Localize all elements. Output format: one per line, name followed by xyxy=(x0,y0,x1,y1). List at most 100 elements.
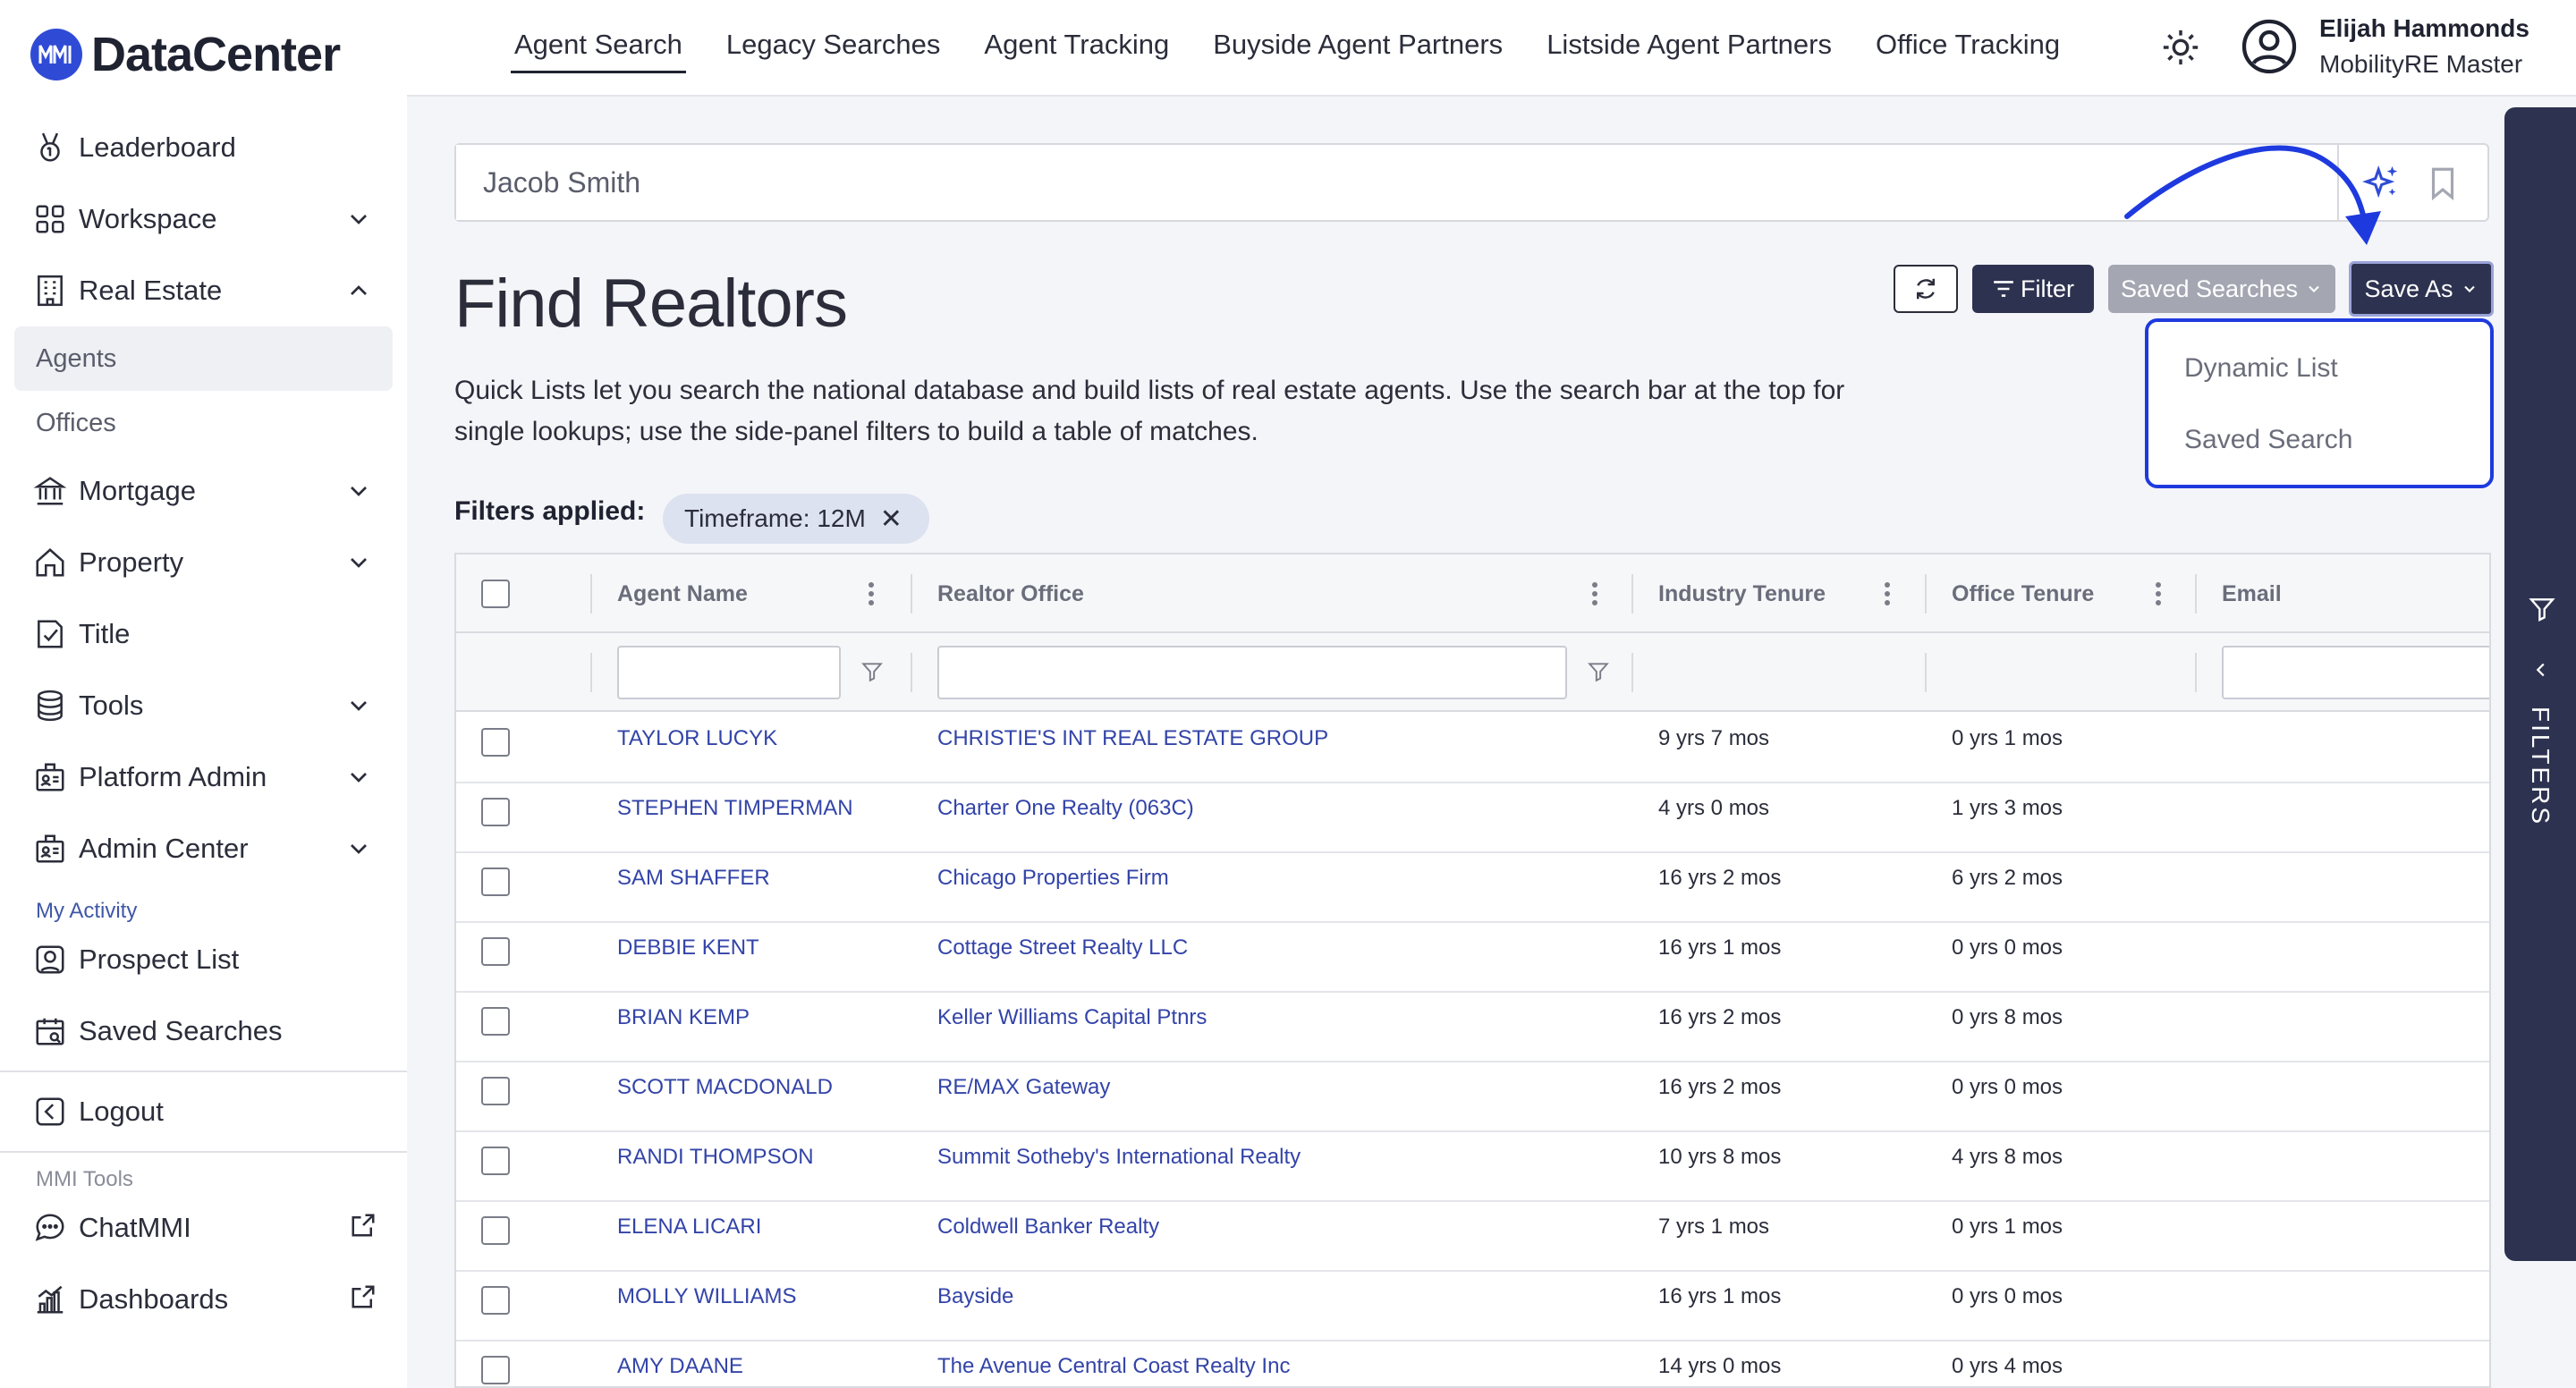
table-row[interactable]: BRIAN KEMP Keller Williams Capital Ptnrs… xyxy=(456,993,2489,1062)
realtor-office-filter-input[interactable] xyxy=(937,646,1567,699)
row-checkbox[interactable] xyxy=(481,1077,510,1105)
tab-listside-agent-partners[interactable]: Listside Agent Partners xyxy=(1546,0,1832,89)
sidebar-item-saved-searches[interactable]: Saved Searches xyxy=(0,995,407,1067)
tab-agent-search[interactable]: Agent Search xyxy=(511,0,686,89)
chevron-up-icon[interactable] xyxy=(344,276,373,305)
column-separator[interactable] xyxy=(911,574,912,614)
external-link-icon[interactable] xyxy=(350,1212,377,1239)
column-header-industry-tenure[interactable]: Industry Tenure xyxy=(1658,554,1826,633)
save-as-button[interactable]: Save As xyxy=(2349,261,2494,317)
tab-office-tracking[interactable]: Office Tracking xyxy=(1876,0,2060,89)
agent-name-link[interactable]: AMY DAANE xyxy=(617,1354,743,1379)
row-checkbox[interactable] xyxy=(481,1356,510,1384)
agent-name-link[interactable]: RANDI THOMPSON xyxy=(617,1145,814,1170)
sidebar-item-admin-center[interactable]: Admin Center xyxy=(0,813,407,884)
column-menu-icon[interactable] xyxy=(867,581,876,606)
row-checkbox[interactable] xyxy=(481,868,510,896)
agent-name-link[interactable]: TAYLOR LUCYK xyxy=(617,726,777,751)
sidebar-item-logout[interactable]: Logout xyxy=(0,1076,407,1147)
agent-name-link[interactable]: ELENA LICARI xyxy=(617,1214,761,1240)
column-menu-icon[interactable] xyxy=(2154,581,2163,606)
sidebar-item-property[interactable]: Property xyxy=(0,527,407,598)
row-checkbox[interactable] xyxy=(481,1216,510,1245)
column-header-agent-name[interactable]: Agent Name xyxy=(617,554,748,633)
sidebar-item-workspace[interactable]: Workspace xyxy=(0,183,407,255)
dropdown-item-dynamic-list[interactable]: Dynamic List xyxy=(2148,333,2490,404)
agent-name-link[interactable]: BRIAN KEMP xyxy=(617,1005,750,1030)
table-row[interactable]: STEPHEN TIMPERMAN Charter One Realty (06… xyxy=(456,783,2489,853)
column-separator[interactable] xyxy=(1631,574,1633,614)
realtor-office-link[interactable]: Summit Sotheby's International Realty xyxy=(937,1145,1301,1170)
table-row[interactable]: MOLLY WILLIAMS Bayside 16 yrs 1 mos 0 yr… xyxy=(456,1272,2489,1341)
agent-name-link[interactable]: SCOTT MACDONALD xyxy=(617,1075,833,1100)
table-row[interactable]: AMY DAANE The Avenue Central Coast Realt… xyxy=(456,1341,2489,1386)
agent-name-link[interactable]: DEBBIE KENT xyxy=(617,935,759,961)
realtor-office-link[interactable]: Keller Williams Capital Ptnrs xyxy=(937,1005,1207,1030)
logo[interactable]: DataCenter xyxy=(30,27,341,82)
table-row[interactable]: SCOTT MACDONALD RE/MAX Gateway 16 yrs 2 … xyxy=(456,1062,2489,1132)
column-menu-icon[interactable] xyxy=(1590,581,1599,606)
realtor-office-link[interactable]: CHRISTIE'S INT REAL ESTATE GROUP xyxy=(937,726,1328,751)
column-menu-icon[interactable] xyxy=(1883,581,1892,606)
row-checkbox[interactable] xyxy=(481,1147,510,1175)
search-input[interactable] xyxy=(456,145,2339,220)
external-link-icon[interactable] xyxy=(350,1283,377,1310)
column-header-office-tenure[interactable]: Office Tenure xyxy=(1952,554,2094,633)
row-checkbox[interactable] xyxy=(481,1007,510,1036)
close-icon[interactable]: ✕ xyxy=(880,504,902,535)
column-header-email[interactable]: Email xyxy=(2222,554,2282,633)
agent-name-link[interactable]: SAM SHAFFER xyxy=(617,866,770,891)
bookmark-icon[interactable] xyxy=(2424,163,2462,204)
sidebar-item-mortgage[interactable]: Mortgage xyxy=(0,455,407,527)
chevron-down-icon[interactable] xyxy=(344,548,373,577)
realtor-office-link[interactable]: Charter One Realty (063C) xyxy=(937,796,1194,821)
agent-name-link[interactable]: STEPHEN TIMPERMAN xyxy=(617,796,853,821)
realtor-office-link[interactable]: Coldwell Banker Realty xyxy=(937,1214,1159,1240)
filters-side-panel-toggle[interactable]: FILTERS xyxy=(2504,107,2576,1261)
chevron-down-icon[interactable] xyxy=(344,691,373,720)
sidebar-item-tools[interactable]: Tools xyxy=(0,670,407,741)
row-checkbox[interactable] xyxy=(481,728,510,757)
row-checkbox[interactable] xyxy=(481,1286,510,1315)
tab-buyside-agent-partners[interactable]: Buyside Agent Partners xyxy=(1213,0,1503,89)
realtor-office-link[interactable]: Chicago Properties Firm xyxy=(937,866,1169,891)
table-row[interactable]: RANDI THOMPSON Summit Sotheby's Internat… xyxy=(456,1132,2489,1202)
sidebar-subitem-agents[interactable]: Agents xyxy=(14,326,393,391)
agent-name-link[interactable]: MOLLY WILLIAMS xyxy=(617,1284,797,1309)
sidebar-item-title[interactable]: Title xyxy=(0,598,407,670)
sidebar-item-chatmmi[interactable]: ChatMMI xyxy=(0,1192,407,1264)
select-all-checkbox[interactable] xyxy=(481,580,510,608)
email-filter-input[interactable] xyxy=(2222,646,2489,699)
chevron-down-icon[interactable] xyxy=(344,763,373,791)
realtor-office-link[interactable]: Cottage Street Realty LLC xyxy=(937,935,1188,961)
agent-name-filter-input[interactable] xyxy=(617,646,841,699)
row-checkbox[interactable] xyxy=(481,937,510,966)
funnel-icon[interactable] xyxy=(860,660,884,683)
tab-agent-tracking[interactable]: Agent Tracking xyxy=(984,0,1169,89)
table-row[interactable]: ELENA LICARI Coldwell Banker Realty 7 yr… xyxy=(456,1202,2489,1272)
chevron-down-icon[interactable] xyxy=(344,205,373,233)
tab-legacy-searches[interactable]: Legacy Searches xyxy=(726,0,941,89)
sun-icon[interactable] xyxy=(2160,27,2201,68)
table-row[interactable]: TAYLOR LUCYK CHRISTIE'S INT REAL ESTATE … xyxy=(456,714,2489,783)
sidebar-subitem-offices[interactable]: Offices xyxy=(0,391,407,455)
column-separator[interactable] xyxy=(1925,574,1927,614)
sidebar-item-prospect-list[interactable]: Prospect List xyxy=(0,924,407,995)
row-checkbox[interactable] xyxy=(481,798,510,826)
chevron-down-icon[interactable] xyxy=(344,834,373,863)
dropdown-item-saved-search[interactable]: Saved Search xyxy=(2148,404,2490,476)
chevron-down-icon[interactable] xyxy=(344,477,373,505)
user-avatar-icon[interactable] xyxy=(2241,18,2298,75)
column-separator[interactable] xyxy=(2195,574,2197,614)
table-row[interactable]: DEBBIE KENT Cottage Street Realty LLC 16… xyxy=(456,923,2489,993)
sidebar-item-platform-admin[interactable]: Platform Admin xyxy=(0,741,407,813)
column-header-realtor-office[interactable]: Realtor Office xyxy=(937,554,1084,633)
saved-searches-button[interactable]: Saved Searches xyxy=(2108,265,2335,313)
table-row[interactable]: SAM SHAFFER Chicago Properties Firm 16 y… xyxy=(456,853,2489,923)
sidebar-item-leaderboard[interactable]: Leaderboard xyxy=(0,112,407,183)
column-separator[interactable] xyxy=(590,574,592,614)
realtor-office-link[interactable]: Bayside xyxy=(937,1284,1013,1309)
refresh-button[interactable] xyxy=(1894,265,1958,313)
realtor-office-link[interactable]: RE/MAX Gateway xyxy=(937,1075,1110,1100)
sidebar-item-dashboards[interactable]: Dashboards xyxy=(0,1264,407,1335)
